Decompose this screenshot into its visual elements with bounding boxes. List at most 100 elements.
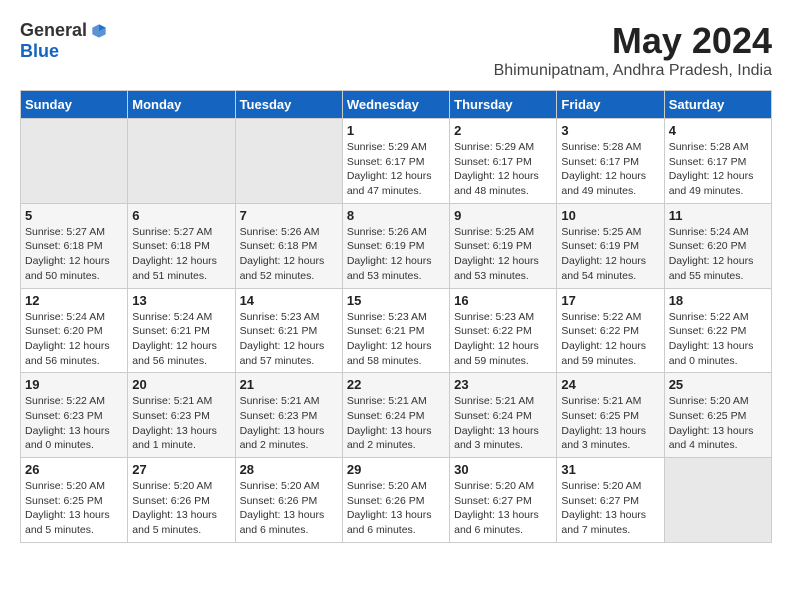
day-info: Sunrise: 5:23 AM Sunset: 6:21 PM Dayligh…: [347, 310, 445, 369]
day-info: Sunrise: 5:28 AM Sunset: 6:17 PM Dayligh…: [561, 140, 659, 199]
title-section: May 2024 Bhimunipatnam, Andhra Pradesh, …: [494, 20, 772, 80]
day-info: Sunrise: 5:21 AM Sunset: 6:24 PM Dayligh…: [347, 394, 445, 453]
sunrise-time: Sunrise: 5:21 AM: [454, 395, 534, 407]
calendar-cell: 6 Sunrise: 5:27 AM Sunset: 6:18 PM Dayli…: [128, 203, 235, 288]
day-info: Sunrise: 5:22 AM Sunset: 6:22 PM Dayligh…: [669, 310, 767, 369]
sunset-time: Sunset: 6:17 PM: [561, 156, 639, 168]
daylight-hours: Daylight: 13 hours and 3 minutes.: [561, 425, 646, 452]
daylight-hours: Daylight: 13 hours and 2 minutes.: [240, 425, 325, 452]
daylight-hours: Daylight: 12 hours and 53 minutes.: [454, 255, 539, 282]
calendar-cell: 16 Sunrise: 5:23 AM Sunset: 6:22 PM Dayl…: [450, 288, 557, 373]
sunset-time: Sunset: 6:25 PM: [25, 495, 103, 507]
day-info: Sunrise: 5:29 AM Sunset: 6:17 PM Dayligh…: [454, 140, 552, 199]
page-header: General Blue May 2024 Bhimunipatnam, And…: [20, 20, 772, 80]
calendar-cell: 8 Sunrise: 5:26 AM Sunset: 6:19 PM Dayli…: [342, 203, 449, 288]
sunrise-time: Sunrise: 5:24 AM: [669, 226, 749, 238]
page-subtitle: Bhimunipatnam, Andhra Pradesh, India: [494, 62, 772, 80]
calendar-week-row: 1 Sunrise: 5:29 AM Sunset: 6:17 PM Dayli…: [21, 119, 772, 204]
day-number: 3: [561, 123, 659, 138]
daylight-hours: Daylight: 13 hours and 1 minute.: [132, 425, 217, 452]
daylight-hours: Daylight: 13 hours and 6 minutes.: [240, 509, 325, 536]
calendar-cell: 12 Sunrise: 5:24 AM Sunset: 6:20 PM Dayl…: [21, 288, 128, 373]
calendar-cell: 17 Sunrise: 5:22 AM Sunset: 6:22 PM Dayl…: [557, 288, 664, 373]
sunset-time: Sunset: 6:26 PM: [240, 495, 318, 507]
calendar-cell: 4 Sunrise: 5:28 AM Sunset: 6:17 PM Dayli…: [664, 119, 771, 204]
sunrise-time: Sunrise: 5:25 AM: [454, 226, 534, 238]
calendar-cell: 9 Sunrise: 5:25 AM Sunset: 6:19 PM Dayli…: [450, 203, 557, 288]
day-info: Sunrise: 5:21 AM Sunset: 6:23 PM Dayligh…: [240, 394, 338, 453]
sunset-time: Sunset: 6:20 PM: [669, 240, 747, 252]
sunrise-time: Sunrise: 5:24 AM: [132, 311, 212, 323]
day-number: 11: [669, 208, 767, 223]
weekday-header: Friday: [557, 91, 664, 119]
day-info: Sunrise: 5:20 AM Sunset: 6:26 PM Dayligh…: [132, 479, 230, 538]
day-info: Sunrise: 5:28 AM Sunset: 6:17 PM Dayligh…: [669, 140, 767, 199]
day-info: Sunrise: 5:24 AM Sunset: 6:20 PM Dayligh…: [25, 310, 123, 369]
sunrise-time: Sunrise: 5:28 AM: [669, 141, 749, 153]
day-number: 29: [347, 462, 445, 477]
day-number: 18: [669, 293, 767, 308]
weekday-header: Tuesday: [235, 91, 342, 119]
day-number: 24: [561, 377, 659, 392]
sunrise-time: Sunrise: 5:27 AM: [132, 226, 212, 238]
day-info: Sunrise: 5:20 AM Sunset: 6:27 PM Dayligh…: [454, 479, 552, 538]
calendar-cell: 25 Sunrise: 5:20 AM Sunset: 6:25 PM Dayl…: [664, 373, 771, 458]
daylight-hours: Daylight: 13 hours and 5 minutes.: [25, 509, 110, 536]
daylight-hours: Daylight: 13 hours and 6 minutes.: [347, 509, 432, 536]
calendar-cell: 14 Sunrise: 5:23 AM Sunset: 6:21 PM Dayl…: [235, 288, 342, 373]
day-info: Sunrise: 5:24 AM Sunset: 6:21 PM Dayligh…: [132, 310, 230, 369]
sunset-time: Sunset: 6:23 PM: [25, 410, 103, 422]
logo-icon: [89, 21, 109, 41]
day-info: Sunrise: 5:20 AM Sunset: 6:26 PM Dayligh…: [240, 479, 338, 538]
sunrise-time: Sunrise: 5:21 AM: [561, 395, 641, 407]
calendar-cell: 23 Sunrise: 5:21 AM Sunset: 6:24 PM Dayl…: [450, 373, 557, 458]
sunset-time: Sunset: 6:17 PM: [669, 156, 747, 168]
sunset-time: Sunset: 6:25 PM: [561, 410, 639, 422]
calendar-cell: 26 Sunrise: 5:20 AM Sunset: 6:25 PM Dayl…: [21, 458, 128, 543]
day-info: Sunrise: 5:20 AM Sunset: 6:25 PM Dayligh…: [669, 394, 767, 453]
sunset-time: Sunset: 6:18 PM: [240, 240, 318, 252]
calendar-cell: 21 Sunrise: 5:21 AM Sunset: 6:23 PM Dayl…: [235, 373, 342, 458]
calendar-week-row: 12 Sunrise: 5:24 AM Sunset: 6:20 PM Dayl…: [21, 288, 772, 373]
day-number: 20: [132, 377, 230, 392]
day-number: 21: [240, 377, 338, 392]
sunset-time: Sunset: 6:25 PM: [669, 410, 747, 422]
sunset-time: Sunset: 6:27 PM: [561, 495, 639, 507]
sunset-time: Sunset: 6:17 PM: [347, 156, 425, 168]
sunrise-time: Sunrise: 5:22 AM: [669, 311, 749, 323]
day-info: Sunrise: 5:21 AM Sunset: 6:24 PM Dayligh…: [454, 394, 552, 453]
daylight-hours: Daylight: 13 hours and 0 minutes.: [669, 340, 754, 367]
day-number: 4: [669, 123, 767, 138]
day-info: Sunrise: 5:26 AM Sunset: 6:18 PM Dayligh…: [240, 225, 338, 284]
daylight-hours: Daylight: 13 hours and 7 minutes.: [561, 509, 646, 536]
day-number: 22: [347, 377, 445, 392]
daylight-hours: Daylight: 12 hours and 53 minutes.: [347, 255, 432, 282]
daylight-hours: Daylight: 12 hours and 55 minutes.: [669, 255, 754, 282]
daylight-hours: Daylight: 12 hours and 49 minutes.: [561, 170, 646, 197]
calendar-table: SundayMondayTuesdayWednesdayThursdayFrid…: [20, 90, 772, 543]
sunrise-time: Sunrise: 5:20 AM: [561, 480, 641, 492]
calendar-cell: [21, 119, 128, 204]
daylight-hours: Daylight: 12 hours and 47 minutes.: [347, 170, 432, 197]
daylight-hours: Daylight: 12 hours and 59 minutes.: [454, 340, 539, 367]
day-number: 6: [132, 208, 230, 223]
day-number: 13: [132, 293, 230, 308]
header-row: SundayMondayTuesdayWednesdayThursdayFrid…: [21, 91, 772, 119]
day-number: 27: [132, 462, 230, 477]
sunset-time: Sunset: 6:24 PM: [454, 410, 532, 422]
day-number: 30: [454, 462, 552, 477]
day-number: 19: [25, 377, 123, 392]
sunrise-time: Sunrise: 5:29 AM: [454, 141, 534, 153]
day-number: 16: [454, 293, 552, 308]
calendar-cell: 11 Sunrise: 5:24 AM Sunset: 6:20 PM Dayl…: [664, 203, 771, 288]
sunset-time: Sunset: 6:23 PM: [240, 410, 318, 422]
daylight-hours: Daylight: 12 hours and 49 minutes.: [669, 170, 754, 197]
sunset-time: Sunset: 6:19 PM: [454, 240, 532, 252]
calendar-cell: 20 Sunrise: 5:21 AM Sunset: 6:23 PM Dayl…: [128, 373, 235, 458]
daylight-hours: Daylight: 12 hours and 57 minutes.: [240, 340, 325, 367]
sunrise-time: Sunrise: 5:21 AM: [132, 395, 212, 407]
daylight-hours: Daylight: 13 hours and 4 minutes.: [669, 425, 754, 452]
daylight-hours: Daylight: 13 hours and 0 minutes.: [25, 425, 110, 452]
sunrise-time: Sunrise: 5:24 AM: [25, 311, 105, 323]
sunset-time: Sunset: 6:17 PM: [454, 156, 532, 168]
